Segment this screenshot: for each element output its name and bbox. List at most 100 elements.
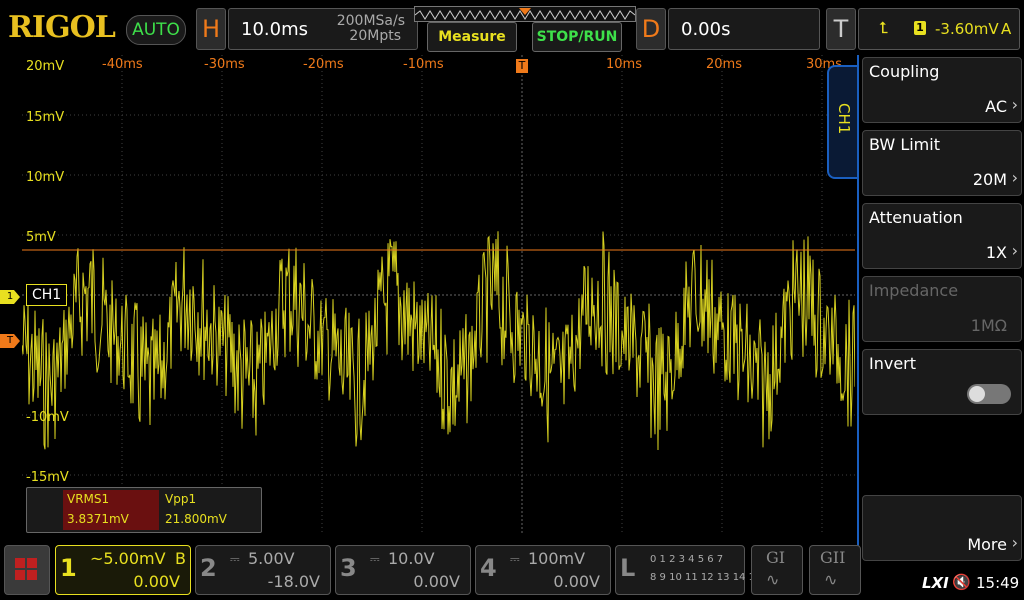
speaker-muted-icon[interactable]: 🔇 xyxy=(952,573,971,591)
delay-button[interactable]: D xyxy=(636,8,666,50)
channel-scale: 100mV xyxy=(528,549,586,568)
menu-attenuation[interactable]: Attenuation 1X › xyxy=(862,203,1022,269)
y-tick: 15mV xyxy=(26,110,65,125)
channel-offset: -18.0V xyxy=(267,572,320,591)
channel-number: 3 xyxy=(340,554,357,582)
ch1-offset-marker[interactable]: 1 xyxy=(0,290,20,304)
generator-2-button[interactable]: GII ∿ xyxy=(809,545,861,595)
channel-offset: 0.00V xyxy=(133,572,180,591)
y-tick: -10mV xyxy=(26,410,69,425)
sample-rate: 200MSa/s xyxy=(336,13,405,29)
horizontal-button[interactable]: H xyxy=(196,8,226,50)
channel-3-box[interactable]: 3 ⎓ 10.0V 0.00V xyxy=(335,545,471,595)
menu-tab-label: CH1 xyxy=(835,103,853,135)
logic-channels-row2: 8 9 10 11 12 13 14 15 xyxy=(650,572,762,583)
menu-item-title: BW Limit xyxy=(869,135,940,154)
waveform-overview[interactable] xyxy=(414,6,636,22)
x-tick: 10ms xyxy=(606,57,642,72)
channel-1-box[interactable]: 1 ~5.00mV B 0.00V xyxy=(55,545,191,595)
channel-scale: 10.0V xyxy=(388,549,435,568)
channel-number: 2 xyxy=(200,554,217,582)
generator-1-button[interactable]: GI ∿ xyxy=(751,545,803,595)
y-tick: -15mV xyxy=(26,470,69,485)
bw-limit-flag: B xyxy=(175,549,186,568)
channel-scale: 5.00V xyxy=(248,549,295,568)
generator-2-label: GII xyxy=(820,548,846,567)
trigger-edge-icon: ⮤ xyxy=(879,18,889,37)
chevron-right-icon: › xyxy=(1011,95,1018,114)
measurement-value: 21.800mV xyxy=(165,512,227,526)
clock-time: 15:49 xyxy=(976,574,1020,592)
menu-tab[interactable]: CH1 xyxy=(827,65,857,179)
top-toolbar: RIGOL AUTO H 10.0ms 200MSa/s 20Mpts Meas… xyxy=(0,0,1024,55)
stop-run-button[interactable]: STOP/RUN xyxy=(532,22,622,52)
y-tick: 20mV xyxy=(26,59,65,74)
channel-scale: ~5.00mV xyxy=(90,549,166,568)
menu-item-value: 1MΩ xyxy=(970,316,1007,335)
x-tick: -10ms xyxy=(403,57,444,72)
lxi-logo: LXI xyxy=(922,574,949,592)
trigger-button[interactable]: T xyxy=(826,8,856,50)
menu-coupling[interactable]: Coupling AC › xyxy=(862,57,1022,123)
channel-2-box[interactable]: 2 ⎓ 5.00V -18.0V xyxy=(195,545,331,595)
trigger-level-marker[interactable]: T xyxy=(0,334,20,348)
menu-more[interactable]: More › xyxy=(862,495,1022,561)
menu-invert[interactable]: Invert xyxy=(862,349,1022,415)
trigger-source-badge: 1 xyxy=(914,21,926,35)
channel-4-box[interactable]: 4 ⎓ 100mV 0.00V xyxy=(475,545,611,595)
delay-info[interactable]: 0.00s xyxy=(668,8,820,50)
menu-item-value: 20M xyxy=(972,170,1007,189)
y-tick: 5mV xyxy=(26,230,56,245)
dc-coupling-icon: ⎓ xyxy=(230,552,240,566)
channel-number: 4 xyxy=(480,554,497,582)
delay-value: 0.00s xyxy=(681,19,731,40)
home-button[interactable] xyxy=(4,545,50,595)
x-tick: -20ms xyxy=(303,57,344,72)
x-tick: -30ms xyxy=(204,57,245,72)
menu-item-value: More xyxy=(967,535,1007,554)
grid xyxy=(22,55,855,535)
channel-offset: 0.00V xyxy=(413,572,460,591)
channel-offset: 0.00V xyxy=(553,572,600,591)
trigger-level: -3.60mV xyxy=(935,20,999,38)
logic-analyzer-box[interactable]: L 0 1 2 3 4 5 6 7 8 9 10 11 12 13 14 15 xyxy=(615,545,761,595)
grid-menu-icon xyxy=(15,558,37,580)
generator-1-label: GI xyxy=(766,548,786,567)
menu-item-title: Invert xyxy=(869,354,917,373)
chevron-right-icon: › xyxy=(1011,168,1018,187)
logic-letter: L xyxy=(620,554,636,582)
waveform-display[interactable]: -40ms -30ms -20ms -10ms 10ms 20ms 30ms T… xyxy=(22,55,855,536)
memory-depth: 20Mpts xyxy=(349,28,401,44)
menu-item-value: 1X xyxy=(985,243,1007,262)
x-tick: -40ms xyxy=(102,57,143,72)
measure-button[interactable]: Measure xyxy=(427,22,517,52)
menu-item-value: AC xyxy=(985,97,1007,116)
x-tick: 20ms xyxy=(706,57,742,72)
trigger-position-marker[interactable]: T xyxy=(516,59,528,73)
measurement-panel[interactable]: VRMS1 3.8371mV Vpp1 21.800mV xyxy=(26,487,262,533)
dc-coupling-icon: ⎓ xyxy=(370,552,380,566)
channel-menu: CH1 Coupling AC › BW Limit 20M › Attenua… xyxy=(827,55,1024,565)
chevron-right-icon: › xyxy=(1011,533,1018,552)
measurement-item[interactable]: VRMS1 3.8371mV xyxy=(63,490,159,530)
sine-wave-icon: ∿ xyxy=(766,570,780,589)
y-tick: 10mV xyxy=(26,170,65,185)
menu-item-title: Attenuation xyxy=(869,208,963,227)
timebase-value: 10.0ms xyxy=(241,19,308,40)
menu-impedance: Impedance 1MΩ xyxy=(862,276,1022,342)
trigger-info[interactable]: ⮤ 1 -3.60mV A xyxy=(858,8,1020,50)
measurement-name: Vpp1 xyxy=(165,492,197,506)
overview-wave-icon xyxy=(414,8,636,20)
measurement-item[interactable]: Vpp1 21.800mV xyxy=(161,490,257,530)
logic-channels-row1: 0 1 2 3 4 5 6 7 xyxy=(650,554,724,565)
toggle-knob xyxy=(969,386,985,402)
invert-toggle[interactable] xyxy=(967,384,1011,404)
auto-button[interactable]: AUTO xyxy=(126,15,186,45)
dc-coupling-icon: ⎓ xyxy=(510,552,520,566)
menu-bw-limit[interactable]: BW Limit 20M › xyxy=(862,130,1022,196)
measurement-name: VRMS1 xyxy=(67,492,110,506)
menu-border xyxy=(857,55,859,565)
menu-item-title: Impedance xyxy=(869,281,959,300)
horizontal-info[interactable]: 10.0ms 200MSa/s 20Mpts xyxy=(228,8,418,50)
rigol-logo: RIGOL xyxy=(8,10,116,45)
